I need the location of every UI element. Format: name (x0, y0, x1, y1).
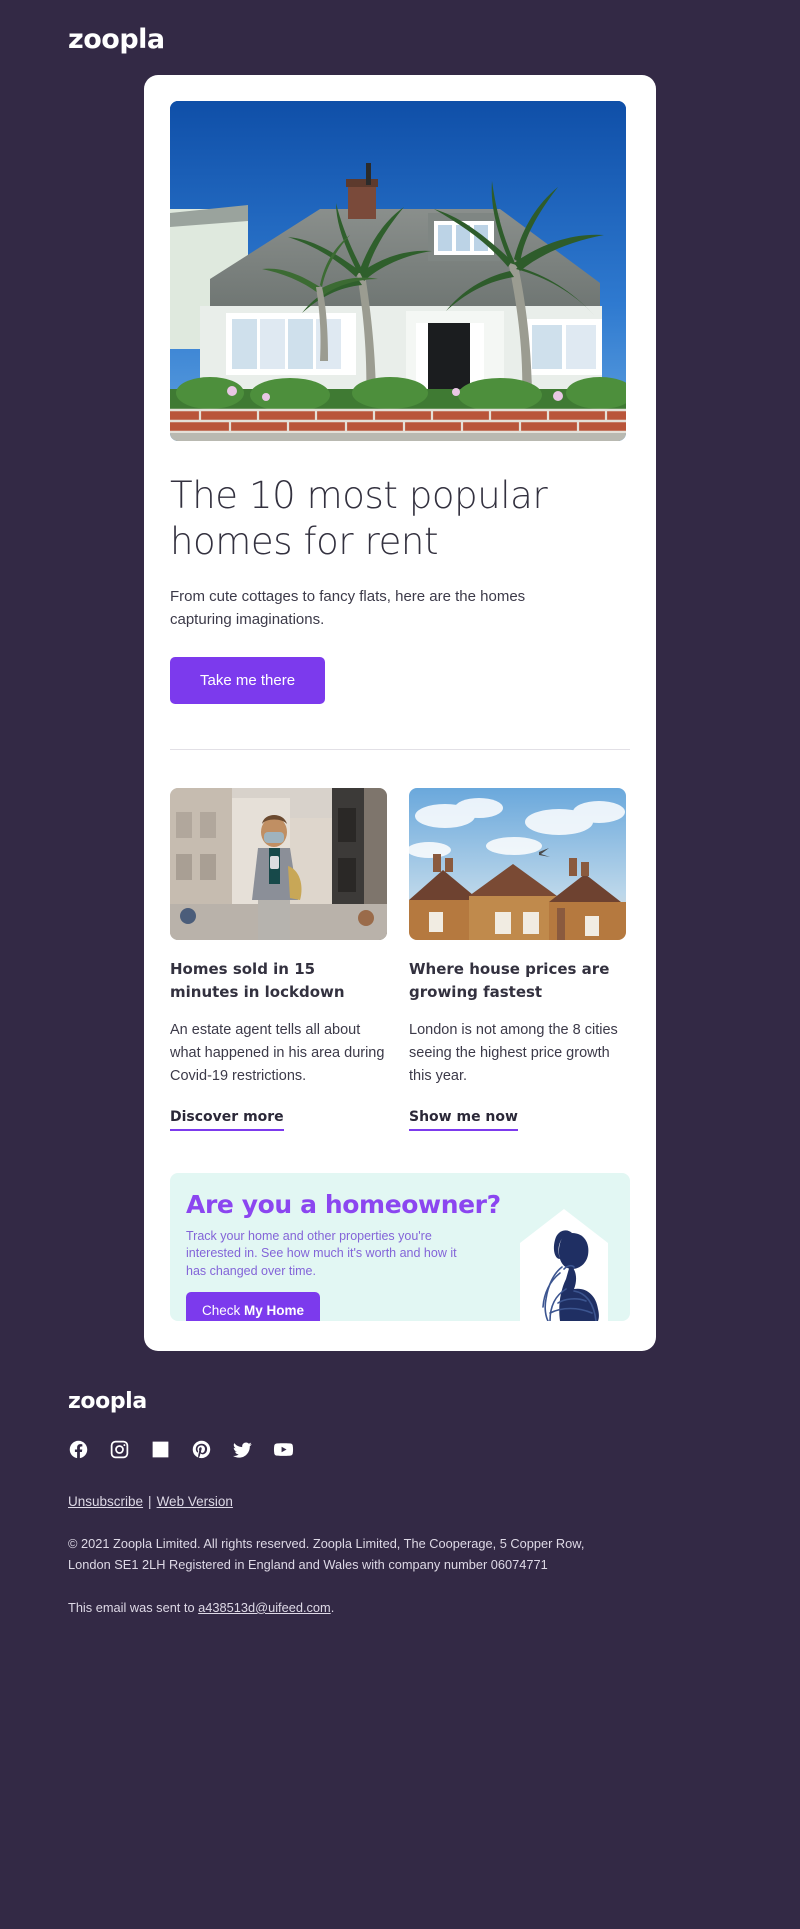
link-separator: | (148, 1493, 152, 1509)
article-body-1: An estate agent tells all about what hap… (170, 1022, 385, 1085)
promo-illustration (514, 1203, 614, 1321)
article-body-2: London is not among the 8 cities seeing … (409, 1022, 618, 1085)
sent-to-prefix: This email was sent to (68, 1599, 199, 1615)
instagram-icon[interactable] (109, 1439, 130, 1460)
social-links (68, 1439, 800, 1460)
discover-more-link[interactable]: Discover more (170, 1109, 284, 1131)
take-me-there-button[interactable]: Take me there (170, 657, 326, 704)
zoopla-logo[interactable]: zoopla (68, 26, 165, 53)
sent-to-suffix: . (330, 1599, 335, 1615)
article-title-1: Homes sold in 15 minutes in lockdown (170, 960, 345, 1001)
footer-links: Unsubscribe | Web Version (68, 1494, 800, 1509)
check-my-home-button[interactable]: Check My Home (186, 1291, 321, 1321)
twitter-icon[interactable] (232, 1439, 253, 1460)
footer-zoopla-logo[interactable]: zoopla (68, 1390, 800, 1413)
linkedin-icon[interactable] (150, 1439, 171, 1460)
recipient-email-link[interactable]: a438513d@uifeed.com (198, 1600, 331, 1615)
section-divider (170, 749, 630, 750)
hero-illustration (170, 101, 626, 441)
promo-cta-prefix: Check (202, 1302, 245, 1318)
promo-body: Track your home and other properties you… (186, 1229, 457, 1278)
show-me-now-link[interactable]: Show me now (409, 1109, 518, 1131)
content-card: The 10 most popular homes for rent From … (144, 75, 656, 1351)
promo-title: Are you a homeowner? (186, 1189, 501, 1219)
rooftops-illustration (409, 788, 626, 940)
seated-person-house-icon (520, 1208, 608, 1321)
email-header: zoopla (0, 0, 800, 75)
hero-headline: The 10 most popular homes for rent (170, 474, 548, 563)
article-cards: Homes sold in 15 minutes in lockdown An … (170, 788, 630, 1131)
hero-image[interactable] (170, 101, 626, 441)
pinterest-icon[interactable] (191, 1439, 212, 1460)
facebook-icon[interactable] (68, 1439, 89, 1460)
hero-lede: From cute cottages to fancy flats, here … (170, 588, 526, 628)
promo-text-block: Are you a homeowner? Track your home and… (170, 1173, 514, 1321)
youtube-icon[interactable] (273, 1439, 294, 1460)
unsubscribe-link[interactable]: Unsubscribe (68, 1494, 143, 1509)
article-card-1: Homes sold in 15 minutes in lockdown An … (170, 788, 387, 1131)
article-card-2: Where house prices are growing fastest L… (409, 788, 626, 1131)
article-image-2[interactable] (409, 788, 626, 940)
article-title-2: Where house prices are growing fastest (409, 960, 610, 1001)
email-footer: zoopla Unsubscribe | Web Version © 2021 … (0, 1351, 800, 1658)
homeowner-promo-banner[interactable]: Are you a homeowner? Track your home and… (170, 1172, 630, 1321)
sent-to-text: This email was sent to a438513d@uifeed.c… (68, 1597, 800, 1618)
email-container: zoopla The 10 most popular homes for ren… (0, 0, 800, 1658)
legal-text: © 2021 Zoopla Limited. All rights reserv… (68, 1535, 585, 1572)
article-image-1[interactable] (170, 788, 387, 940)
street-scene-illustration (170, 788, 387, 940)
promo-cta-bold: My Home (244, 1302, 305, 1318)
web-version-link[interactable]: Web Version (157, 1494, 233, 1509)
